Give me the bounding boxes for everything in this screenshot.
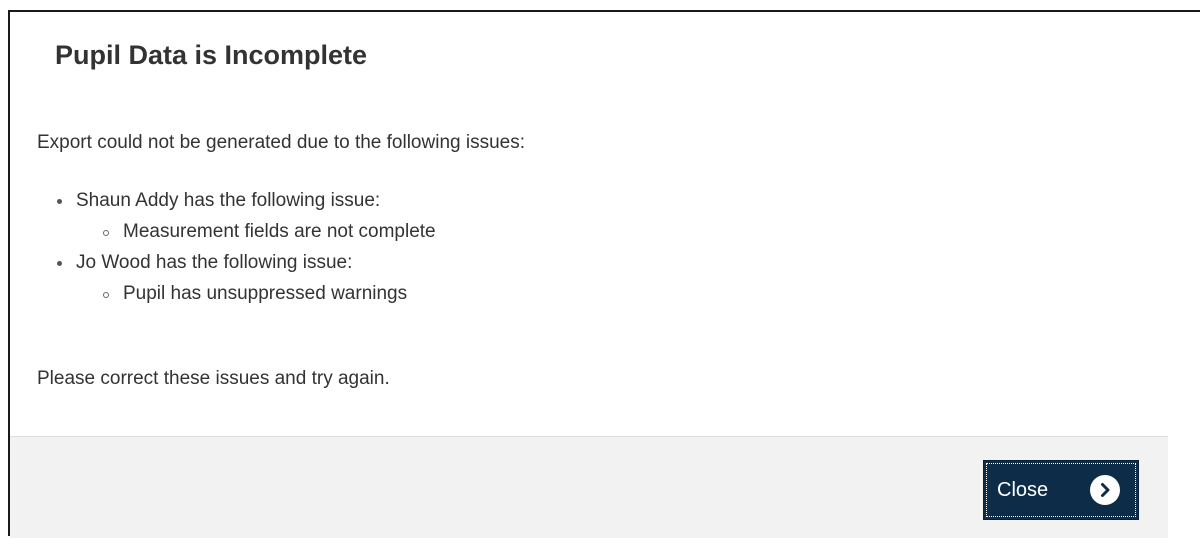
error-dialog: Pupil Data is Incomplete Export could no… [8, 10, 1200, 538]
issue-detail-row: Pupil has unsuppressed warnings [37, 281, 1137, 312]
dialog-footer: Close [10, 436, 1168, 538]
issue-row: Shaun Addy has the following issue: [37, 188, 1137, 219]
close-button[interactable]: Close [983, 460, 1139, 520]
issue-detail-row: Measurement fields are not complete [37, 219, 1137, 250]
chevron-right-icon [1101, 483, 1110, 497]
bullet-circle-icon [103, 292, 109, 298]
issue-detail-text: Pupil has unsuppressed warnings [123, 283, 408, 304]
issue-item: Shaun Addy has the following issue: Meas… [37, 188, 1137, 250]
chevron-right-circle-icon [1090, 475, 1120, 505]
issue-item: Jo Wood has the following issue: Pupil h… [37, 250, 1137, 312]
issue-text: Shaun Addy has the following issue: [76, 190, 381, 211]
bullet-dot-icon [57, 199, 62, 204]
issue-text: Jo Wood has the following issue: [76, 252, 353, 273]
bullet-dot-icon [57, 261, 62, 266]
issue-row: Jo Wood has the following issue: [37, 250, 1137, 281]
bullet-circle-icon [103, 230, 109, 236]
issue-detail-text: Measurement fields are not complete [123, 221, 436, 242]
dialog-title: Pupil Data is Incomplete [55, 40, 368, 70]
close-button-label: Close [997, 478, 1049, 501]
issue-list: Shaun Addy has the following issue: Meas… [37, 188, 1137, 312]
outro-text: Please correct these issues and try agai… [37, 368, 390, 389]
intro-text: Export could not be generated due to the… [37, 132, 525, 153]
